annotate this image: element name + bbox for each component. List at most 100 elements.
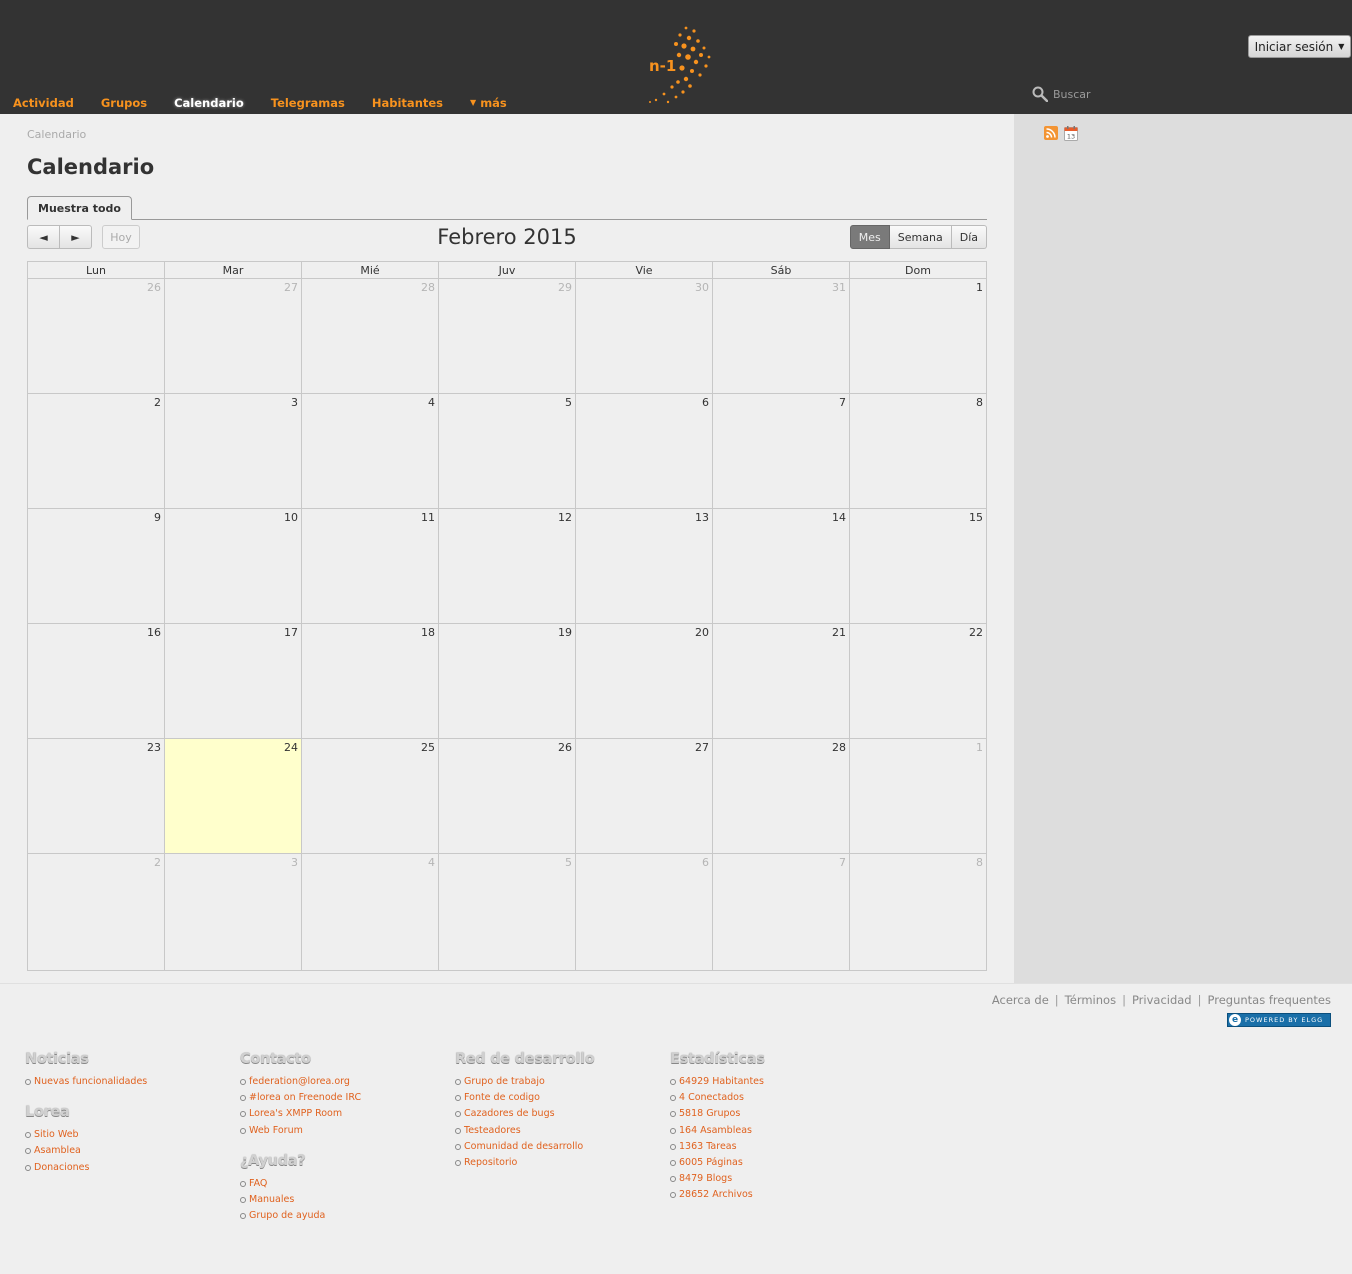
footer-link[interactable]: Grupo de trabajo — [464, 1076, 545, 1087]
footer-link[interactable]: Lorea's XMPP Room — [249, 1108, 342, 1119]
search-input[interactable] — [1053, 87, 1163, 101]
footer-link[interactable]: 6005 Páginas — [679, 1157, 743, 1168]
footer-link[interactable]: Comunidad de desarrollo — [464, 1141, 583, 1152]
day-cell[interactable]: 2 — [27, 853, 165, 971]
day-cell[interactable]: 6 — [575, 393, 713, 509]
nav-item-more[interactable]: ▼ más — [470, 96, 507, 110]
day-cell[interactable]: 31 — [712, 278, 850, 394]
day-cell[interactable]: 7 — [712, 393, 850, 509]
day-cell[interactable]: 29 — [438, 278, 576, 394]
day-cell[interactable]: 28 — [712, 738, 850, 854]
nav-item-habitantes[interactable]: Habitantes — [372, 96, 443, 110]
day-number: 15 — [969, 511, 983, 524]
day-cell[interactable]: 19 — [438, 623, 576, 739]
footer-link[interactable]: Nuevas funcionalidades — [34, 1076, 147, 1087]
footer-section-title: Contacto — [240, 1051, 311, 1067]
footer-link[interactable]: Web Forum — [249, 1125, 303, 1136]
day-cell[interactable]: 3 — [164, 853, 302, 971]
day-cell[interactable]: 20 — [575, 623, 713, 739]
day-cell[interactable]: 2 — [27, 393, 165, 509]
day-cell[interactable]: 25 — [301, 738, 439, 854]
nav-item-telegramas[interactable]: Telegramas — [271, 96, 345, 110]
powered-by-elgg-badge[interactable]: e POWERED BY ELGG — [1227, 1013, 1331, 1027]
tab-show-all[interactable]: Muestra todo — [27, 196, 132, 220]
day-cell[interactable]: 12 — [438, 508, 576, 624]
day-number: 16 — [147, 626, 161, 639]
day-cell-today[interactable]: 24 — [164, 738, 302, 854]
footer-link[interactable]: 64929 Habitantes — [679, 1076, 764, 1087]
day-cell[interactable]: 1 — [849, 278, 987, 394]
day-cell[interactable]: 22 — [849, 623, 987, 739]
rss-feed-icon[interactable] — [1044, 126, 1058, 140]
day-cell[interactable]: 16 — [27, 623, 165, 739]
footer-link[interactable]: Donaciones — [34, 1162, 89, 1173]
login-button[interactable]: Iniciar sesión ▼ — [1248, 35, 1351, 58]
view-day-button[interactable]: Día — [951, 225, 987, 249]
footer-section-title: Estadísticas — [670, 1051, 765, 1067]
day-cell[interactable]: 18 — [301, 623, 439, 739]
next-month-button[interactable]: ► — [60, 225, 92, 249]
footer-link[interactable]: Cazadores de bugs — [464, 1108, 555, 1119]
footer-link[interactable]: Asamblea — [34, 1145, 81, 1156]
today-button[interactable]: Hoy — [102, 225, 140, 249]
day-cell[interactable]: 26 — [438, 738, 576, 854]
nav-item-actividad[interactable]: Actividad — [13, 96, 74, 110]
site-logo[interactable]: n-1 — [646, 24, 718, 106]
day-cell[interactable]: 23 — [27, 738, 165, 854]
day-cell[interactable]: 8 — [849, 853, 987, 971]
footer-link[interactable]: federation@lorea.org — [249, 1076, 350, 1087]
view-week-button[interactable]: Semana — [889, 225, 952, 249]
ical-calendar-icon[interactable]: 13 — [1064, 126, 1078, 141]
day-cell[interactable]: 14 — [712, 508, 850, 624]
breadcrumb: Calendario — [27, 128, 87, 141]
day-cell[interactable]: 21 — [712, 623, 850, 739]
separator: | — [1197, 993, 1202, 1007]
day-cell[interactable]: 5 — [438, 853, 576, 971]
footer-link[interactable]: #lorea on Freenode IRC — [249, 1092, 361, 1103]
footer-link[interactable]: Fonte de codigo — [464, 1092, 540, 1103]
day-cell[interactable]: 27 — [575, 738, 713, 854]
nav-item-calendario[interactable]: Calendario — [174, 96, 244, 110]
footer-link[interactable]: Repositorio — [464, 1157, 517, 1168]
footer-link[interactable]: FAQ — [249, 1178, 267, 1189]
day-cell[interactable]: 27 — [164, 278, 302, 394]
footer-link-about[interactable]: Acerca de — [992, 993, 1049, 1007]
footer-link-faq[interactable]: Preguntas frequentes — [1208, 993, 1332, 1007]
day-cell[interactable]: 28 — [301, 278, 439, 394]
day-cell[interactable]: 4 — [301, 853, 439, 971]
view-month-button[interactable]: Mes — [849, 225, 890, 249]
footer-link[interactable]: 8479 Blogs — [679, 1173, 732, 1184]
day-cell[interactable]: 10 — [164, 508, 302, 624]
day-cell[interactable]: 13 — [575, 508, 713, 624]
footer-link[interactable]: 5818 Grupos — [679, 1108, 740, 1119]
footer-link[interactable]: Grupo de ayuda — [249, 1210, 325, 1221]
day-cell[interactable]: 1 — [849, 738, 987, 854]
footer-link-terms[interactable]: Términos — [1065, 993, 1116, 1007]
day-cell[interactable]: 5 — [438, 393, 576, 509]
footer-link[interactable]: Testeadores — [464, 1125, 521, 1136]
prev-month-button[interactable]: ◄ — [27, 225, 60, 249]
footer-link-privacy[interactable]: Privacidad — [1132, 993, 1192, 1007]
day-cell[interactable]: 7 — [712, 853, 850, 971]
day-cell[interactable]: 17 — [164, 623, 302, 739]
footer-link[interactable]: 1363 Tareas — [679, 1141, 737, 1152]
day-cell[interactable]: 8 — [849, 393, 987, 509]
footer-link[interactable]: Manuales — [249, 1194, 294, 1205]
footer-column: Estadísticas 64929 Habitantes 4 Conectados… — [670, 1051, 765, 1204]
day-cell[interactable]: 3 — [164, 393, 302, 509]
day-cell[interactable]: 6 — [575, 853, 713, 971]
footer-link[interactable]: 164 Asambleas — [679, 1125, 752, 1136]
day-number: 6 — [702, 856, 709, 869]
day-cell[interactable]: 30 — [575, 278, 713, 394]
day-cell[interactable]: 11 — [301, 508, 439, 624]
footer-link[interactable]: 28652 Archivos — [679, 1189, 753, 1200]
footer-link[interactable]: 4 Conectados — [679, 1092, 744, 1103]
day-cell[interactable]: 15 — [849, 508, 987, 624]
nav-item-grupos[interactable]: Grupos — [101, 96, 147, 110]
day-cell[interactable]: 9 — [27, 508, 165, 624]
list-item: federation@lorea.org — [240, 1074, 361, 1090]
day-cell[interactable]: 26 — [27, 278, 165, 394]
day-cell[interactable]: 4 — [301, 393, 439, 509]
arrow-left-icon: ◄ — [39, 230, 48, 244]
footer-link[interactable]: Sitio Web — [34, 1129, 79, 1140]
